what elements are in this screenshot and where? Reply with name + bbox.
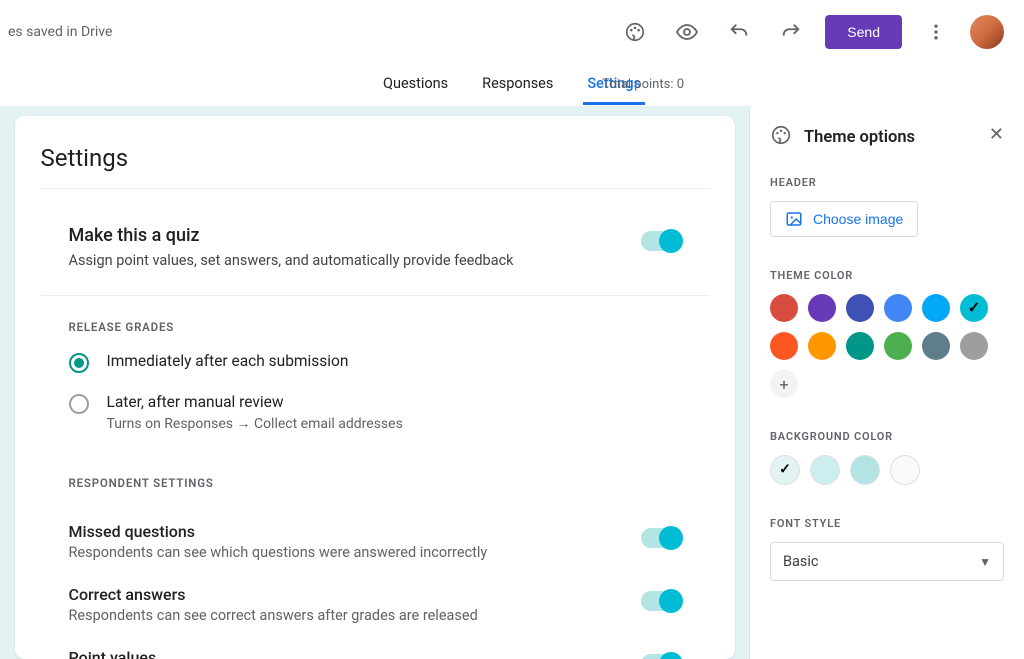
correct-title: Correct answers	[69, 585, 478, 604]
quiz-toggle-block: Make this a quiz Assign point values, se…	[41, 225, 709, 296]
header-label: HEADER	[770, 176, 1004, 189]
theme-color-swatch[interactable]	[770, 332, 798, 360]
theme-color-section: THEME COLOR +	[770, 269, 1004, 398]
missed-desc: Respondents can see which questions were…	[69, 544, 488, 561]
quiz-title: Make this a quiz	[69, 225, 514, 246]
font-style-label: FONT STYLE	[770, 517, 1004, 530]
topbar-actions: Send	[617, 14, 1004, 50]
theme-color-swatch[interactable]	[884, 332, 912, 360]
more-options-icon[interactable]	[918, 14, 954, 50]
bg-color-swatch[interactable]	[770, 455, 800, 485]
theme-color-swatch[interactable]	[960, 332, 988, 360]
missed-toggle[interactable]	[641, 528, 681, 548]
tab-responses[interactable]: Responses	[478, 65, 557, 105]
avatar[interactable]	[970, 15, 1004, 49]
saved-status: es saved in Drive	[0, 24, 112, 40]
image-icon	[785, 210, 803, 228]
release-grades-radio-group: Immediately after each submission Later,…	[41, 352, 709, 476]
theme-color-swatch[interactable]	[960, 294, 988, 322]
theme-color-label: THEME COLOR	[770, 269, 1004, 282]
radio-later-label: Later, after manual review	[107, 393, 403, 411]
choose-image-label: Choose image	[813, 211, 903, 227]
theme-color-swatch[interactable]	[884, 294, 912, 322]
settings-wrap: Settings Make this a quiz Assign point v…	[0, 106, 749, 659]
radio-icon	[69, 394, 89, 414]
bg-color-swatches	[770, 455, 1004, 485]
undo-icon[interactable]	[721, 14, 757, 50]
radio-later[interactable]: Later, after manual review Turns on Resp…	[69, 393, 681, 432]
page-title: Settings	[41, 144, 709, 189]
bg-color-swatch[interactable]	[890, 455, 920, 485]
radio-later-desc: Turns on Responses → Collect email addre…	[107, 415, 403, 432]
close-icon[interactable]: ✕	[989, 124, 1004, 145]
bg-color-label: BACKGROUND COLOR	[770, 430, 1004, 443]
bg-color-section: BACKGROUND COLOR	[770, 430, 1004, 485]
customize-theme-icon[interactable]	[617, 14, 653, 50]
theme-color-swatch[interactable]	[922, 294, 950, 322]
theme-options-title: Theme options	[804, 128, 915, 147]
top-toolbar: es saved in Drive Send	[0, 0, 1024, 64]
total-points-label: Total points: 0	[602, 77, 684, 92]
respondent-missed: Missed questions Respondents can see whi…	[69, 522, 681, 561]
release-grades-label: RELEASE GRADES	[41, 320, 709, 334]
points-title: Point values	[69, 648, 529, 659]
points-toggle[interactable]	[641, 654, 681, 659]
send-button[interactable]: Send	[825, 15, 902, 49]
tabs-row: Questions Responses Settings Total point…	[0, 64, 1024, 106]
redo-icon[interactable]	[773, 14, 809, 50]
theme-color-swatch[interactable]	[808, 332, 836, 360]
respondent-points: Point values Respondents can see total p…	[69, 648, 681, 659]
theme-header-section: HEADER Choose image	[770, 176, 1004, 237]
correct-desc: Respondents can see correct answers afte…	[69, 607, 478, 624]
font-style-section: FONT STYLE Basic ▼	[770, 517, 1004, 581]
settings-card: Settings Make this a quiz Assign point v…	[15, 116, 735, 659]
theme-color-swatch[interactable]	[808, 294, 836, 322]
theme-color-swatch[interactable]	[846, 294, 874, 322]
theme-color-swatch[interactable]	[846, 332, 874, 360]
font-selected-value: Basic	[783, 553, 819, 570]
radio-immediately-label: Immediately after each submission	[107, 352, 349, 370]
respondent-settings-label: RESPONDENT SETTINGS	[41, 476, 709, 490]
radio-immediately[interactable]: Immediately after each submission	[69, 352, 681, 373]
bg-color-swatch[interactable]	[850, 455, 880, 485]
tab-questions[interactable]: Questions	[379, 65, 452, 105]
quiz-toggle[interactable]	[641, 231, 681, 251]
palette-icon	[770, 124, 792, 150]
font-style-select[interactable]: Basic ▼	[770, 542, 1004, 581]
workspace: Settings Make this a quiz Assign point v…	[0, 106, 1024, 659]
bg-color-swatch[interactable]	[810, 455, 840, 485]
radio-icon	[69, 353, 89, 373]
theme-color-swatch[interactable]	[922, 332, 950, 360]
theme-color-swatches: +	[770, 294, 1004, 398]
quiz-desc: Assign point values, set answers, and au…	[69, 252, 514, 269]
chevron-down-icon: ▼	[979, 555, 991, 569]
preview-icon[interactable]	[669, 14, 705, 50]
respondent-group: Missed questions Respondents can see whi…	[41, 508, 709, 659]
add-color-button[interactable]: +	[770, 370, 798, 398]
quiz-text: Make this a quiz Assign point values, se…	[69, 225, 514, 269]
missed-title: Missed questions	[69, 522, 488, 541]
correct-toggle[interactable]	[641, 591, 681, 611]
choose-image-button[interactable]: Choose image	[770, 201, 918, 237]
respondent-correct: Correct answers Respondents can see corr…	[69, 585, 681, 624]
theme-options-panel: Theme options ✕ HEADER Choose image THEM…	[749, 106, 1024, 659]
theme-color-swatch[interactable]	[770, 294, 798, 322]
theme-panel-header: Theme options ✕	[770, 124, 1004, 150]
